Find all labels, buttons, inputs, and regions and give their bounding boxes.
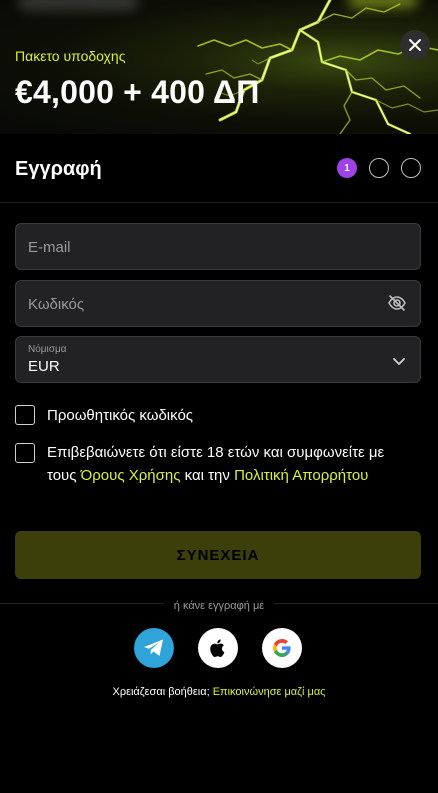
step-indicator-2 bbox=[369, 158, 389, 178]
continue-button[interactable]: ΣΥΝΕΧΕΙΑ bbox=[15, 531, 421, 579]
google-icon bbox=[273, 639, 291, 657]
social-divider-text: ή κάνε εγγραφή με bbox=[0, 596, 438, 614]
terms-text-middle: και την bbox=[180, 467, 235, 484]
telegram-icon bbox=[144, 639, 163, 656]
terms-checkbox[interactable] bbox=[15, 443, 35, 463]
help-text: Χρειάζεσαι βοήθεια; Επικοινώνησε μαζί μα… bbox=[112, 686, 326, 698]
contact-us-link[interactable]: Επικοινώνησε μαζί μας bbox=[213, 686, 326, 698]
google-button[interactable] bbox=[262, 628, 302, 668]
email-placeholder: E-mail bbox=[28, 239, 71, 256]
password-placeholder: Κωδικός bbox=[28, 296, 85, 313]
chevron-down-icon bbox=[392, 354, 406, 372]
privacy-link[interactable]: Πολιτική Απορρήτου bbox=[234, 467, 368, 484]
telegram-button[interactable] bbox=[134, 628, 174, 668]
currency-select[interactable]: Νόμισμα EUR bbox=[15, 336, 421, 383]
apple-icon bbox=[210, 639, 225, 657]
currency-label: Νόμισμα bbox=[28, 344, 67, 355]
promo-banner: Πακετο υποδοχης €4,000 + 400 ΔΠ bbox=[0, 0, 438, 134]
close-icon bbox=[409, 39, 421, 51]
promo-label: Πακετο υποδοχης bbox=[15, 48, 126, 64]
email-field[interactable]: E-mail bbox=[15, 223, 421, 270]
registration-header: Εγγραφή 1 bbox=[0, 134, 438, 203]
terms-link[interactable]: Όρους Χρήσης bbox=[81, 467, 181, 484]
step-indicator-3 bbox=[401, 158, 421, 178]
terms-label: Επιβεβαιώνετε ότι είστε 18 ετών και συμφ… bbox=[47, 441, 417, 487]
eye-off-icon bbox=[388, 295, 406, 311]
lightning-graphic bbox=[197, 0, 438, 134]
promo-code-label[interactable]: Προωθητικός κωδικός bbox=[47, 404, 193, 427]
currency-value: EUR bbox=[28, 358, 60, 375]
step-indicator-1: 1 bbox=[337, 158, 357, 178]
password-field[interactable]: Κωδικός bbox=[15, 280, 421, 327]
page-title: Εγγραφή bbox=[15, 158, 102, 180]
close-button[interactable] bbox=[400, 30, 430, 60]
promo-amount: €4,000 + 400 ΔΠ bbox=[15, 74, 260, 110]
apple-button[interactable] bbox=[198, 628, 238, 668]
promo-code-checkbox[interactable] bbox=[15, 405, 35, 425]
toggle-password-visibility[interactable] bbox=[387, 293, 407, 318]
